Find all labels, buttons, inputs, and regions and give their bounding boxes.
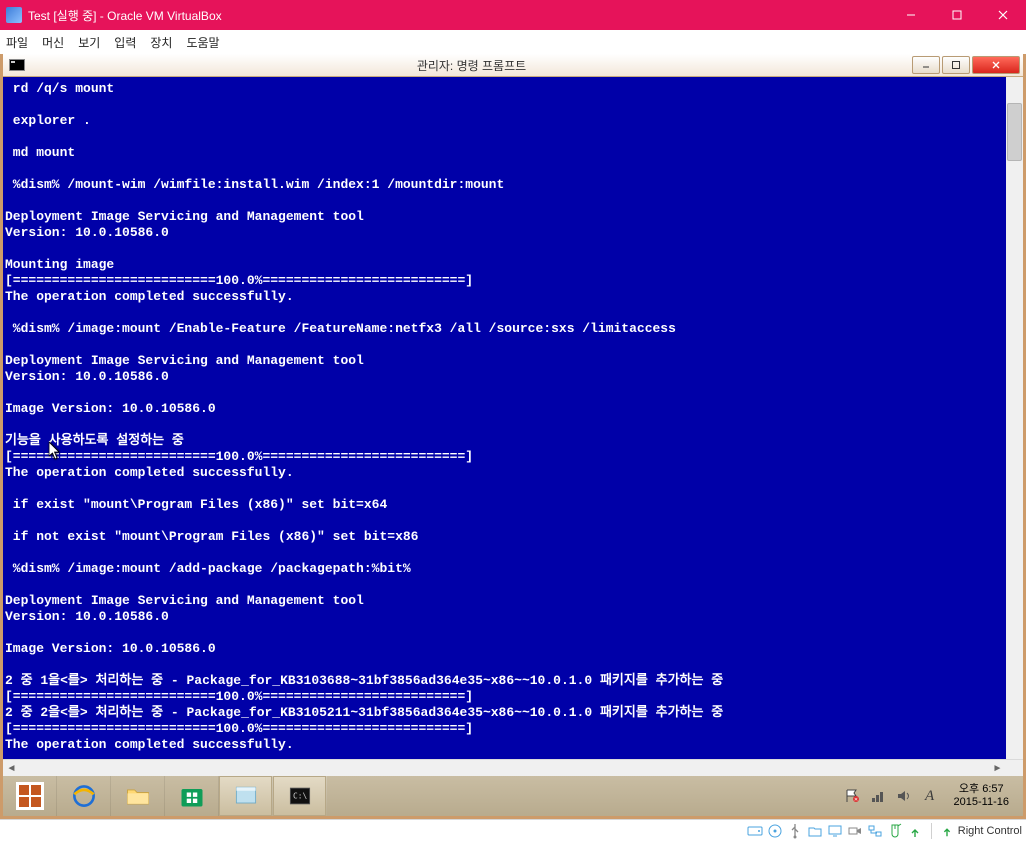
status-hdd-icon[interactable] — [747, 823, 763, 839]
menu-input[interactable]: 입력 — [114, 34, 136, 51]
menu-help[interactable]: 도움말 — [186, 34, 219, 51]
virtualbox-titlebar: Test [실행 중] - Oracle VM VirtualBox — [0, 0, 1026, 30]
system-tray: ✕ A 오후 6:57 2015-11-16 — [836, 776, 1023, 816]
window-icon — [232, 782, 260, 810]
ie-icon — [70, 782, 98, 810]
cmd-icon — [9, 59, 25, 71]
menu-view[interactable]: 보기 — [78, 34, 100, 51]
virtualbox-statusbar: Right Control — [0, 819, 1026, 841]
taskbar-cmd[interactable]: C:\ — [273, 776, 327, 816]
menu-file[interactable]: 파일 — [6, 34, 28, 51]
terminal-output: rd /q/s mount explorer . md mount %dism%… — [5, 81, 1021, 753]
maximize-button[interactable] — [934, 0, 980, 30]
cmd-titlebar: 관리자: 명령 프롬프트 — [3, 54, 1023, 77]
status-mouse-icon[interactable] — [887, 823, 903, 839]
menubar: 파일 머신 보기 입력 장치 도움말 — [0, 30, 1026, 54]
menu-devices[interactable]: 장치 — [150, 34, 172, 51]
terminal-area[interactable]: rd /q/s mount explorer . md mount %dism%… — [3, 77, 1023, 776]
status-keyboard-icon[interactable] — [907, 823, 923, 839]
vertical-scrollbar[interactable] — [1006, 77, 1023, 759]
flag-icon[interactable]: ✕ — [844, 788, 860, 804]
volume-icon[interactable] — [896, 788, 912, 804]
status-network-icon[interactable] — [867, 823, 883, 839]
scrollbar-thumb[interactable] — [1007, 103, 1022, 161]
taskbar-store[interactable] — [165, 776, 219, 816]
host-key-indicator[interactable]: Right Control — [940, 824, 1022, 838]
taskbar-explorer[interactable] — [111, 776, 165, 816]
horizontal-scrollbar[interactable]: ◄ ► — [3, 759, 1023, 776]
virtualbox-icon — [6, 7, 22, 23]
svg-text:C:\: C:\ — [293, 792, 307, 801]
close-button[interactable] — [980, 0, 1026, 30]
tray-date: 2015-11-16 — [954, 796, 1009, 809]
ime-indicator[interactable]: A — [922, 788, 938, 804]
tray-time: 오후 6:57 — [954, 783, 1009, 796]
cmd-close-button[interactable] — [972, 56, 1020, 74]
tray-clock[interactable]: 오후 6:57 2015-11-16 — [948, 783, 1015, 809]
minimize-button[interactable] — [888, 0, 934, 30]
status-usb-icon[interactable] — [787, 823, 803, 839]
cmd-title: 관리자: 명령 프롬프트 — [31, 57, 912, 74]
guest-taskbar: C:\ ✕ A 오후 6:57 2015-11-16 — [3, 776, 1023, 816]
store-icon — [178, 782, 206, 810]
statusbar-divider — [931, 823, 932, 839]
terminal-icon: C:\ — [286, 782, 314, 810]
start-button[interactable] — [3, 776, 57, 816]
status-display-icon[interactable] — [827, 823, 843, 839]
status-video-capture-icon[interactable] — [847, 823, 863, 839]
cmd-minimize-button[interactable] — [912, 56, 940, 74]
scroll-left-icon[interactable]: ◄ — [3, 760, 20, 776]
window-title: Test [실행 중] - Oracle VM VirtualBox — [28, 7, 888, 24]
status-optical-icon[interactable] — [767, 823, 783, 839]
folder-icon — [124, 782, 152, 810]
guest-desktop: 관리자: 명령 프롬프트 rd /q/s mount explorer . md… — [0, 54, 1026, 819]
svg-text:✕: ✕ — [853, 797, 857, 803]
host-key-label: Right Control — [958, 825, 1022, 837]
network-icon[interactable] — [870, 788, 886, 804]
windows-logo-icon — [16, 782, 44, 810]
cmd-maximize-button[interactable] — [942, 56, 970, 74]
hostkey-arrow-icon — [940, 824, 954, 838]
menu-machine[interactable]: 머신 — [42, 34, 64, 51]
taskbar-app-window[interactable] — [219, 776, 273, 816]
scroll-right-icon[interactable]: ► — [989, 760, 1006, 776]
status-shared-folder-icon[interactable] — [807, 823, 823, 839]
taskbar-ie[interactable] — [57, 776, 111, 816]
